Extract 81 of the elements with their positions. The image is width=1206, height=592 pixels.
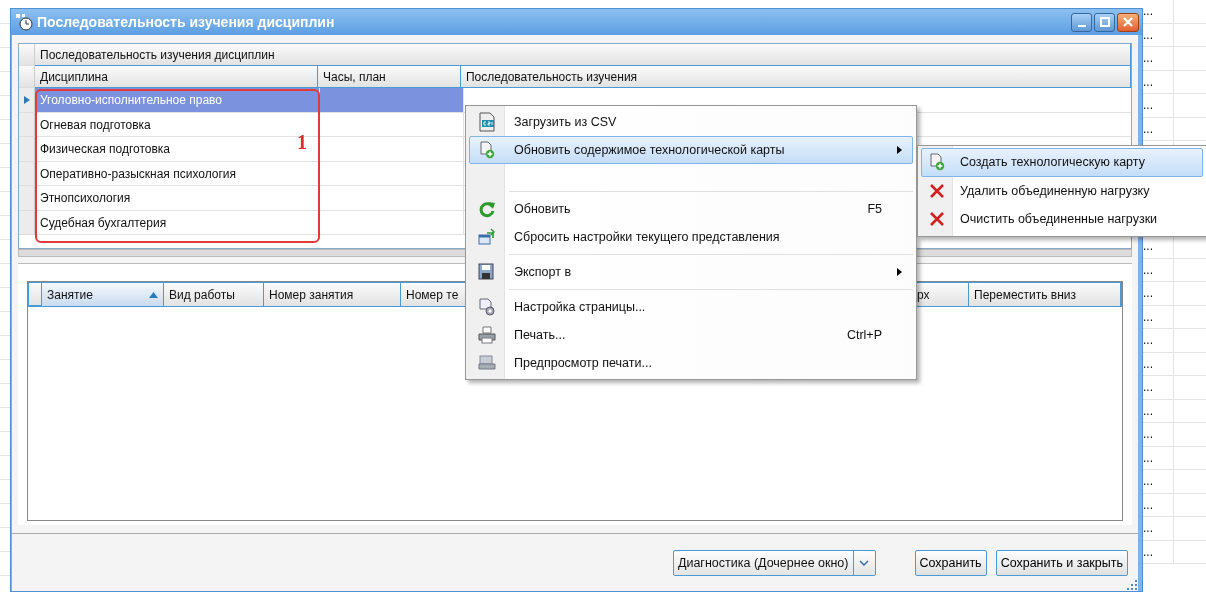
sheet-cell-text: ...: [1143, 51, 1153, 66]
windows-reset-icon: [478, 228, 496, 246]
sheet-cell-text: ...: [1143, 427, 1153, 442]
row-header-cell: [19, 44, 35, 66]
cross-icon: [929, 182, 945, 199]
menu-item[interactable]: Создать технологическую карту: [921, 148, 1203, 177]
column-header[interactable]: Занятие: [42, 283, 164, 306]
column-header[interactable]: Переместить вниз: [969, 283, 1121, 306]
refresh-icon: [478, 200, 496, 218]
menu-item[interactable]: Очистить объединенные нагрузки: [921, 205, 1203, 234]
sheet-cell-text: ...: [1143, 544, 1153, 559]
clock-icon: [15, 13, 33, 31]
submenu-arrow-icon: [897, 268, 902, 276]
sheet-cell-text: ...: [1143, 356, 1153, 371]
sheet-cell-text: ...: [1143, 521, 1153, 536]
maximize-icon: [1099, 17, 1110, 27]
close-button[interactable]: [1117, 12, 1139, 32]
menu-item[interactable]: Экспорт в: [469, 258, 913, 286]
sheet-cell-text: ...: [1143, 27, 1153, 42]
csv-file-icon: [477, 112, 497, 132]
table-cell[interactable]: [320, 161, 464, 186]
window-title: Последовательность изучения дисциплин: [37, 14, 336, 30]
sheet-cell-text: ...: [1143, 286, 1153, 301]
sheet-cell-text: ...: [1143, 121, 1153, 136]
resize-grip-icon[interactable]: [1127, 580, 1137, 590]
sheet-cell-text: ...: [1143, 333, 1153, 348]
close-icon: [1122, 16, 1134, 28]
annotation-label: 1: [297, 132, 307, 152]
table-cell[interactable]: [320, 210, 464, 235]
footer-button[interactable]: Сохранить и закрыть: [995, 549, 1128, 576]
table-cell[interactable]: [320, 186, 464, 211]
sort-ascending-icon: [149, 291, 158, 298]
column-band-header: Последовательность изучения дисциплин: [35, 44, 1131, 66]
sheet-cell-text: ...: [1143, 380, 1153, 395]
menu-item[interactable]: Сбросить настройки текущего представления: [469, 223, 913, 251]
submenu-arrow-icon: [897, 146, 902, 154]
menu-item[interactable]: Настройка страницы...: [469, 293, 913, 321]
sheet-cell-text: ...: [1143, 262, 1153, 277]
row-header-cell: [19, 66, 35, 88]
document-plus-icon: [478, 141, 496, 159]
menu-item[interactable]: Обновить F5: [469, 195, 913, 223]
print-preview-icon: [478, 354, 496, 372]
sheet-cell-text: ...: [1143, 474, 1153, 489]
table-cell[interactable]: Этнопсихология: [40, 191, 131, 205]
page-gear-icon: [478, 298, 496, 316]
current-row-icon: [23, 95, 30, 104]
table-cell[interactable]: [320, 112, 464, 137]
column-header[interactable]: Номер занятия: [264, 283, 401, 306]
chevron-down-icon[interactable]: [859, 559, 869, 566]
sheet-cell-text: ...: [1143, 98, 1153, 113]
column-header[interactable]: Часы, план: [317, 66, 461, 88]
column-header[interactable]: Последовательность изучения: [460, 66, 1131, 88]
table-cell[interactable]: Оперативно-разыскная психология: [40, 166, 237, 181]
printer-icon: [478, 326, 496, 344]
column-header[interactable]: Дисциплина: [35, 66, 318, 88]
row-indicator[interactable]: [19, 88, 35, 113]
maximize-button[interactable]: [1094, 12, 1115, 32]
table-cell[interactable]: Огневая подготовка: [40, 117, 151, 132]
minimize-icon: [1077, 25, 1086, 27]
sheet-cell-text: ...: [1143, 450, 1153, 465]
cross-icon: [929, 211, 945, 228]
menu-item[interactable]: Загрузить из CSV: [469, 108, 913, 136]
table-cell[interactable]: [320, 88, 464, 113]
sheet-cell-text: ...: [1143, 309, 1153, 324]
sheet-cell-text: ...: [1143, 74, 1153, 89]
menu-item[interactable]: Удалить объединенную нагрузку: [921, 176, 1203, 205]
minimize-button[interactable]: [1071, 12, 1092, 32]
column-header[interactable]: Вид работы: [164, 283, 264, 306]
table-cell[interactable]: [320, 137, 464, 162]
table-cell[interactable]: Физическая подготовка: [40, 142, 170, 156]
menu-item[interactable]: Предпросмотр печати...: [469, 349, 913, 377]
menu-item[interactable]: Обновить содержимое технологической карты: [469, 136, 913, 164]
menu-item[interactable]: Печать... Ctrl+P: [469, 321, 913, 349]
sheet-cell-text: ...: [1143, 239, 1153, 254]
sheet-cell-text: ...: [1143, 4, 1153, 19]
sheet-cell-text: ...: [1143, 497, 1153, 512]
sheet-cell-text: ...: [1143, 403, 1153, 418]
table-cell[interactable]: Судебная бухгалтерия: [40, 215, 167, 230]
footer-button[interactable]: Сохранить: [914, 549, 987, 576]
diagnostics-split-button[interactable]: Диагностика (Дочернее окно): [672, 549, 876, 576]
document-plus-icon: [928, 153, 946, 172]
